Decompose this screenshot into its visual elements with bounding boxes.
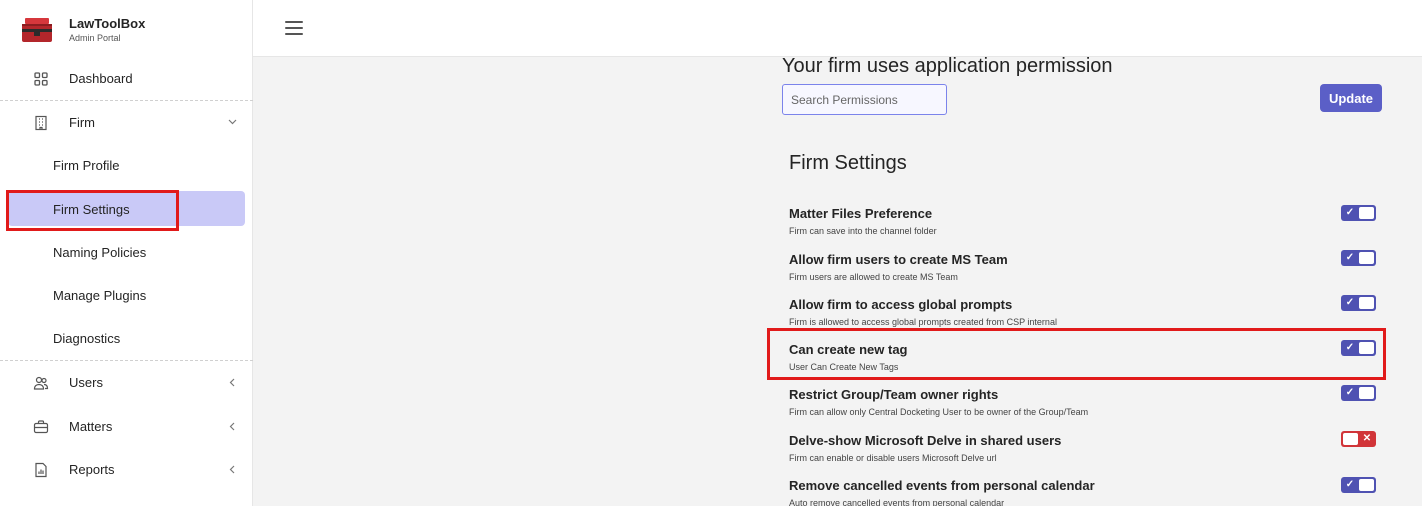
sidebar-item-label: Reports — [69, 462, 115, 477]
chevron-left-icon — [229, 422, 235, 431]
check-icon: ✓ — [1345, 297, 1355, 308]
toolbox-logo-icon — [22, 18, 52, 42]
chevron-left-icon — [229, 465, 235, 474]
sidebar-item-manage-plugins[interactable]: Manage Plugins — [0, 276, 253, 316]
close-icon: ✕ — [1362, 433, 1372, 444]
hamburger-menu-icon[interactable] — [285, 21, 303, 35]
sidebar-item-label: Dashboard — [69, 71, 133, 86]
search-permissions-input[interactable] — [782, 84, 947, 115]
setting-description: Firm can enable or disable users Microso… — [789, 453, 997, 463]
sidebar-item-diagnostics[interactable]: Diagnostics — [0, 319, 253, 359]
sidebar-item-naming-policies[interactable]: Naming Policies — [0, 233, 253, 273]
setting-row: Remove cancelled events from personal ca… — [789, 478, 1379, 506]
setting-description: Firm users are allowed to create MS Team — [789, 272, 958, 282]
sidebar: LawToolBox Admin Portal Dashboard Firm F… — [0, 0, 253, 506]
dashboard-icon — [34, 72, 48, 86]
setting-title: Allow firm users to create MS Team — [789, 252, 1008, 267]
check-icon: ✓ — [1345, 479, 1355, 490]
update-button[interactable]: Update — [1320, 84, 1382, 112]
setting-row: Allow firm users to create MS Team Firm … — [789, 252, 1379, 292]
setting-row: Restrict Group/Team owner rights Firm ca… — [789, 387, 1379, 427]
setting-description: Firm is allowed to access global prompts… — [789, 317, 1057, 327]
setting-title: Restrict Group/Team owner rights — [789, 387, 999, 402]
report-icon — [35, 462, 47, 478]
setting-row: Delve-show Microsoft Delve in shared use… — [789, 433, 1379, 473]
highlight-box-firm-settings — [6, 190, 179, 231]
chevron-left-icon — [229, 378, 235, 387]
sidebar-item-label: Firm — [69, 115, 95, 130]
sidebar-item-label: Matters — [69, 419, 113, 434]
setting-title: Matter Files Preference — [789, 206, 933, 221]
sidebar-item-label: Users — [69, 375, 103, 390]
section-title: Firm Settings — [789, 152, 907, 174]
toggle-matter-files-preference[interactable]: ✓ — [1341, 205, 1376, 221]
setting-description: Auto remove cancelled events from person… — [789, 498, 1005, 506]
setting-description: Firm can allow only Central Docketing Us… — [789, 407, 1089, 417]
building-icon — [35, 115, 47, 131]
briefcase-icon — [33, 420, 49, 434]
sidebar-divider — [0, 360, 253, 361]
brand-subtitle: Admin Portal — [69, 33, 121, 43]
sidebar-item-label: Firm Profile — [53, 158, 120, 173]
setting-title: Allow firm to access global prompts — [789, 297, 1013, 312]
sidebar-item-label: Manage Plugins — [53, 288, 147, 303]
sidebar-item-reports[interactable]: Reports — [0, 450, 253, 490]
setting-title: Delve-show Microsoft Delve in shared use… — [789, 433, 1062, 448]
brand: LawToolBox Admin Portal — [0, 0, 253, 57]
sidebar-item-matters[interactable]: Matters — [0, 407, 253, 447]
sidebar-item-label: Naming Policies — [53, 245, 147, 260]
sidebar-item-firm[interactable]: Firm — [0, 103, 253, 143]
toggle-remove-cancelled-events[interactable]: ✓ — [1341, 477, 1376, 493]
check-icon: ✓ — [1345, 252, 1355, 263]
top-bar — [253, 0, 1422, 57]
sidebar-item-users[interactable]: Users — [0, 363, 253, 403]
setting-title: Remove cancelled events from personal ca… — [789, 478, 1095, 493]
page-heading: Your firm uses application permission — [782, 57, 1113, 77]
sidebar-item-label: Diagnostics — [53, 331, 121, 346]
sidebar-divider — [0, 100, 253, 101]
check-icon: ✓ — [1345, 387, 1355, 398]
users-icon — [33, 376, 49, 390]
toggle-restrict-group-owner[interactable]: ✓ — [1341, 385, 1376, 401]
toggle-delve-shared-users[interactable]: ✕ — [1341, 431, 1376, 447]
chevron-down-icon — [228, 119, 237, 125]
toggle-allow-create-ms-team[interactable]: ✓ — [1341, 250, 1376, 266]
main-content: Your firm uses application permission Up… — [253, 57, 1422, 506]
setting-row: Matter Files Preference Firm can save in… — [789, 206, 1379, 246]
sidebar-item-dashboard[interactable]: Dashboard — [0, 59, 253, 99]
toggle-access-global-prompts[interactable]: ✓ — [1341, 295, 1376, 311]
setting-description: Firm can save into the channel folder — [789, 226, 937, 236]
highlight-box-can-create-new-tag — [767, 328, 1386, 380]
sidebar-item-firm-profile[interactable]: Firm Profile — [0, 146, 253, 186]
brand-title: LawToolBox — [69, 16, 146, 31]
check-icon: ✓ — [1345, 207, 1355, 218]
